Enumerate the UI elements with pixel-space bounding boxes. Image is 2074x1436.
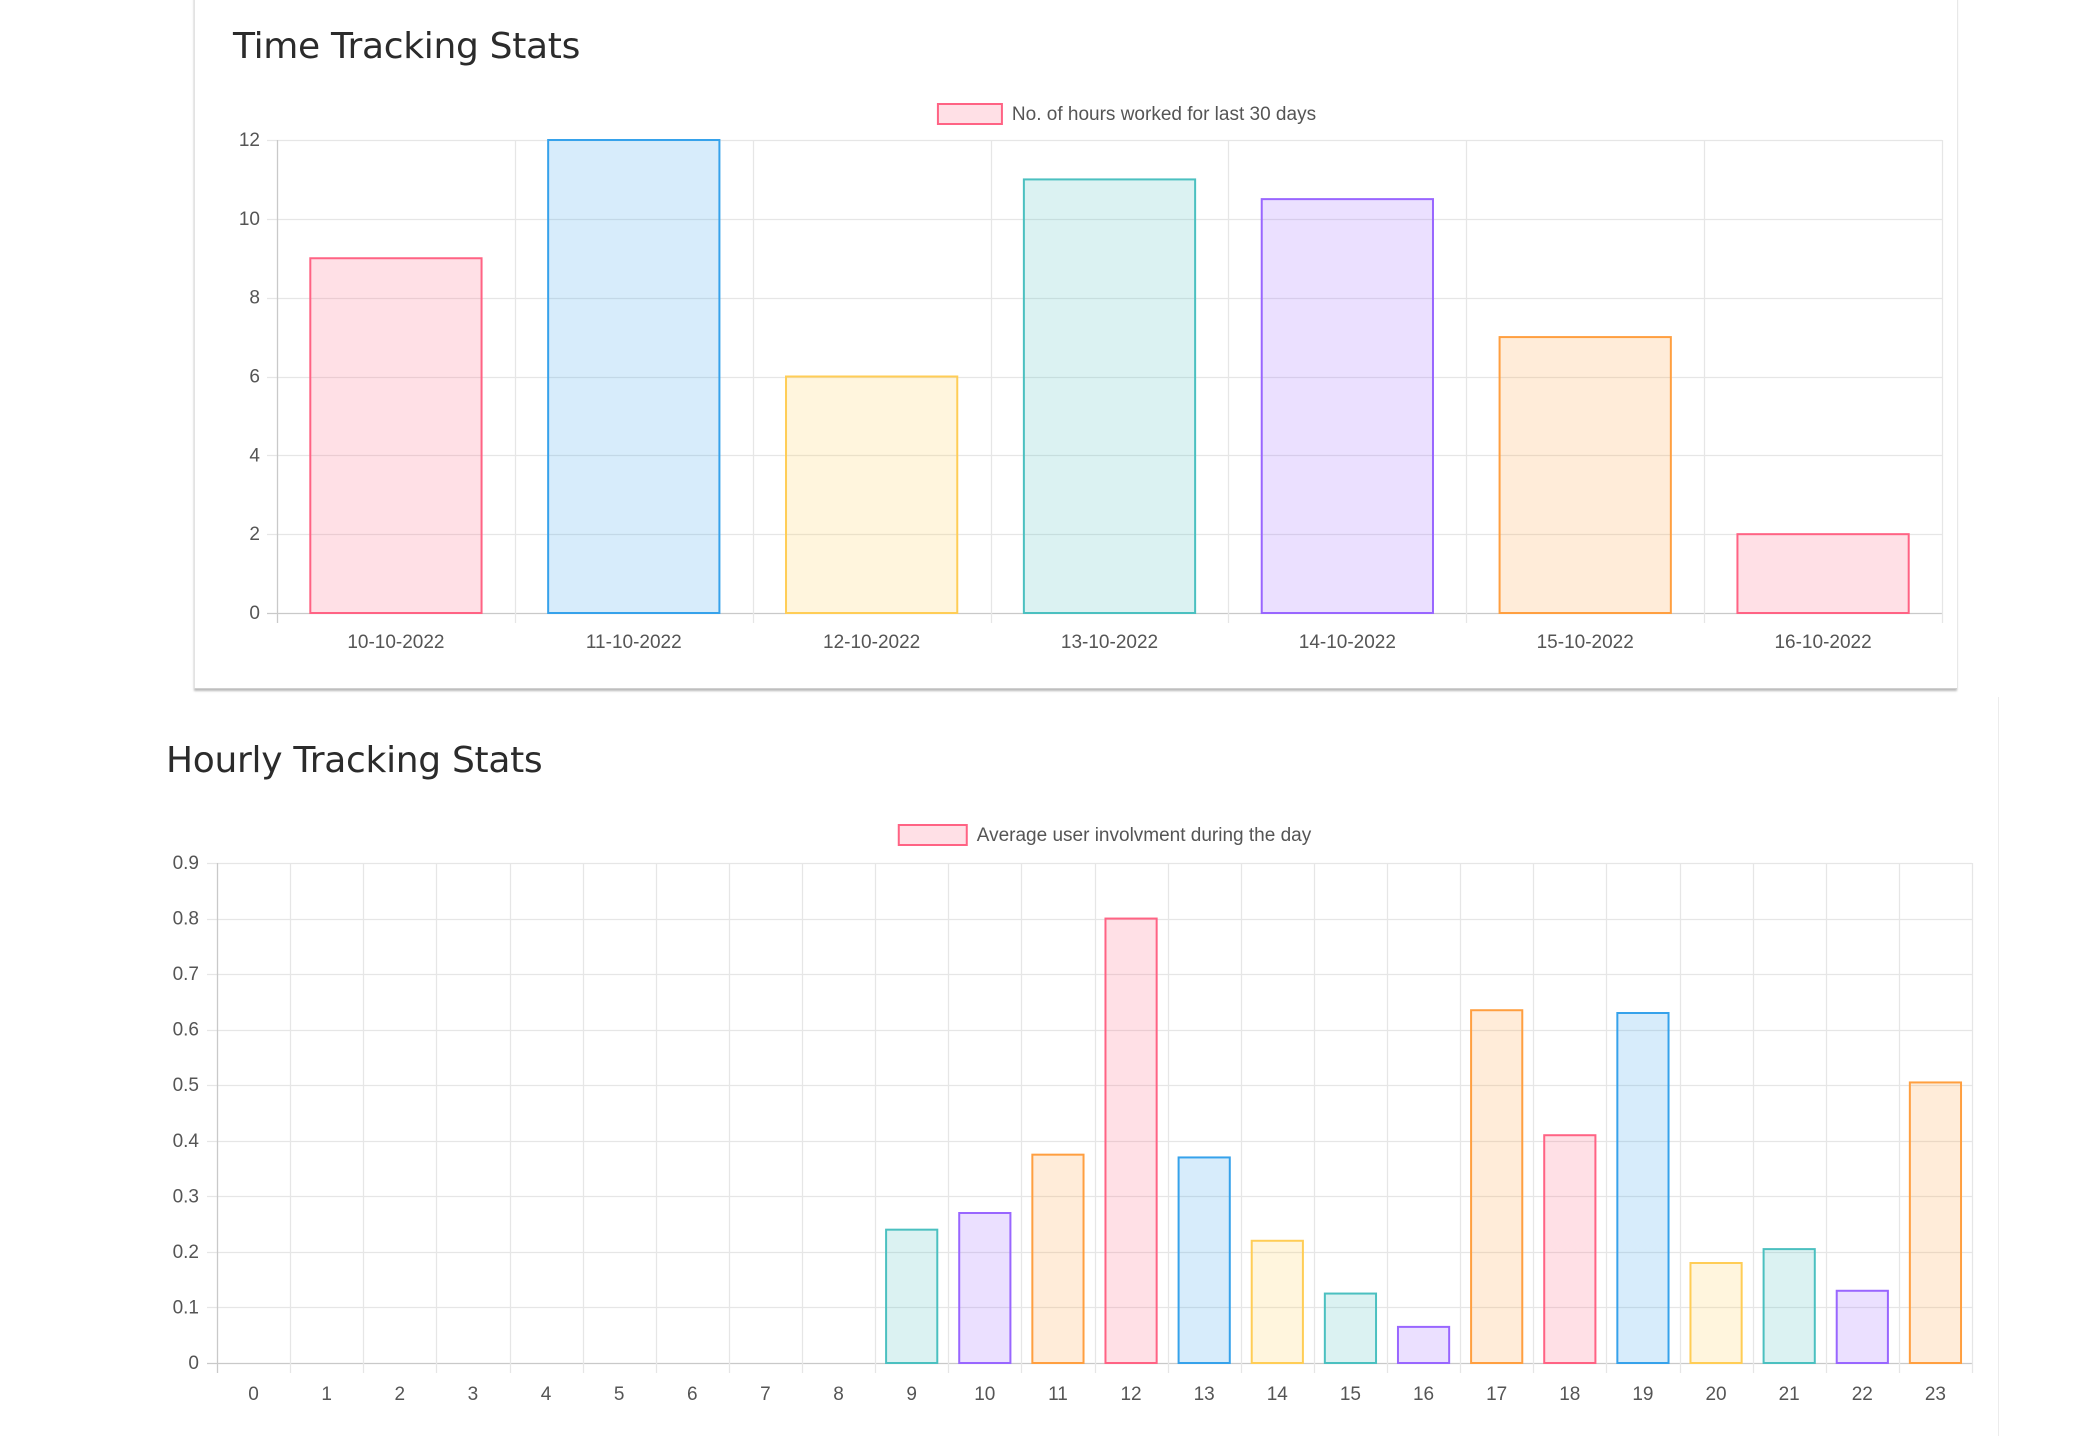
hourly-x-tick-label: 3 bbox=[468, 1384, 479, 1405]
hourly-x-tick-label: 10 bbox=[974, 1384, 995, 1405]
hourly-bar[interactable] bbox=[1031, 1153, 1085, 1364]
hourly-bar[interactable] bbox=[1543, 1134, 1597, 1364]
hourly-bar[interactable] bbox=[958, 1212, 1012, 1364]
hourly-x-tick-label: 8 bbox=[833, 1384, 844, 1405]
hourly-y-tick-label: 0.4 bbox=[173, 1131, 200, 1152]
hourly-x-tick-label: 6 bbox=[687, 1384, 698, 1405]
hourly-y-tick-label: 0.6 bbox=[173, 1020, 199, 1041]
hourly-x-tick-label: 12 bbox=[1120, 1384, 1141, 1405]
hourly-legend-swatch bbox=[897, 824, 968, 846]
hourly-bar[interactable] bbox=[1835, 1289, 1889, 1365]
hourly-y-tick-label: 0.9 bbox=[173, 853, 199, 874]
hourly-legend[interactable]: Average user involvment during the day bbox=[897, 824, 1312, 846]
hourly-x-tick-label: 23 bbox=[1925, 1384, 1946, 1405]
hourly-x-tick-label: 22 bbox=[1852, 1384, 1873, 1405]
hourly-x-tick-label: 17 bbox=[1486, 1384, 1507, 1405]
hourly-y-tick-label: 0.3 bbox=[173, 1186, 199, 1207]
hourly-x-tick-label: 16 bbox=[1413, 1384, 1434, 1405]
hourly-bars bbox=[885, 917, 1963, 1365]
hourly-bar[interactable] bbox=[1616, 1012, 1670, 1364]
hourly-bar[interactable] bbox=[1104, 917, 1158, 1364]
hourly-x-tick-label: 18 bbox=[1559, 1384, 1580, 1405]
hourly-x-tick-label: 19 bbox=[1632, 1384, 1653, 1405]
hourly-x-tick-label: 13 bbox=[1194, 1384, 1215, 1405]
hourly-bar[interactable] bbox=[885, 1228, 939, 1364]
hourly-y-tick-label: 0.1 bbox=[173, 1297, 199, 1318]
hourly-bar[interactable] bbox=[1762, 1248, 1816, 1364]
hourly-x-tick-label: 0 bbox=[248, 1384, 259, 1405]
hourly-bar[interactable] bbox=[1323, 1292, 1378, 1364]
hourly-y-tick-label: 0 bbox=[188, 1353, 199, 1374]
hourly-x-tick-label: 21 bbox=[1779, 1384, 1800, 1405]
hourly-x-tick-label: 14 bbox=[1267, 1384, 1289, 1405]
hourly-x-tick-label: 2 bbox=[395, 1384, 406, 1405]
hourly-y-tick-label: 0.5 bbox=[173, 1075, 199, 1096]
hourly-bar[interactable] bbox=[1689, 1262, 1743, 1364]
hourly-x-tick-label: 15 bbox=[1340, 1384, 1361, 1405]
hourly-x-tick-label: 7 bbox=[760, 1384, 771, 1405]
hourly-x-tick-label: 5 bbox=[614, 1384, 625, 1405]
hourly-x-tick-label: 4 bbox=[541, 1384, 552, 1405]
hourly-x-tick-label: 11 bbox=[1048, 1384, 1068, 1405]
hourly-bar[interactable] bbox=[1250, 1239, 1304, 1365]
hourly-y-tick-label: 0.7 bbox=[173, 964, 199, 985]
hourly-y-tick-label: 0.8 bbox=[173, 909, 199, 930]
hourly-bar[interactable] bbox=[1177, 1156, 1231, 1365]
hourly-tracking-chart: 00.10.20.30.40.50.60.70.80.90 1 2 3 4 5 6 7 8 9 10… bbox=[173, 824, 1974, 1405]
hourly-y-tick-label: 0.2 bbox=[173, 1242, 199, 1263]
hourly-bar[interactable] bbox=[1908, 1081, 1963, 1364]
hourly-x-tick-label: 9 bbox=[906, 1384, 917, 1405]
hourly-x-tick-label: 1 bbox=[321, 1384, 332, 1405]
hourly-bar[interactable] bbox=[1470, 1009, 1524, 1364]
hourly-legend-label: Average user involvment during the day bbox=[977, 825, 1312, 846]
hourly-x-tick-label: 20 bbox=[1705, 1384, 1726, 1405]
hourly-bar[interactable] bbox=[1396, 1325, 1451, 1365]
